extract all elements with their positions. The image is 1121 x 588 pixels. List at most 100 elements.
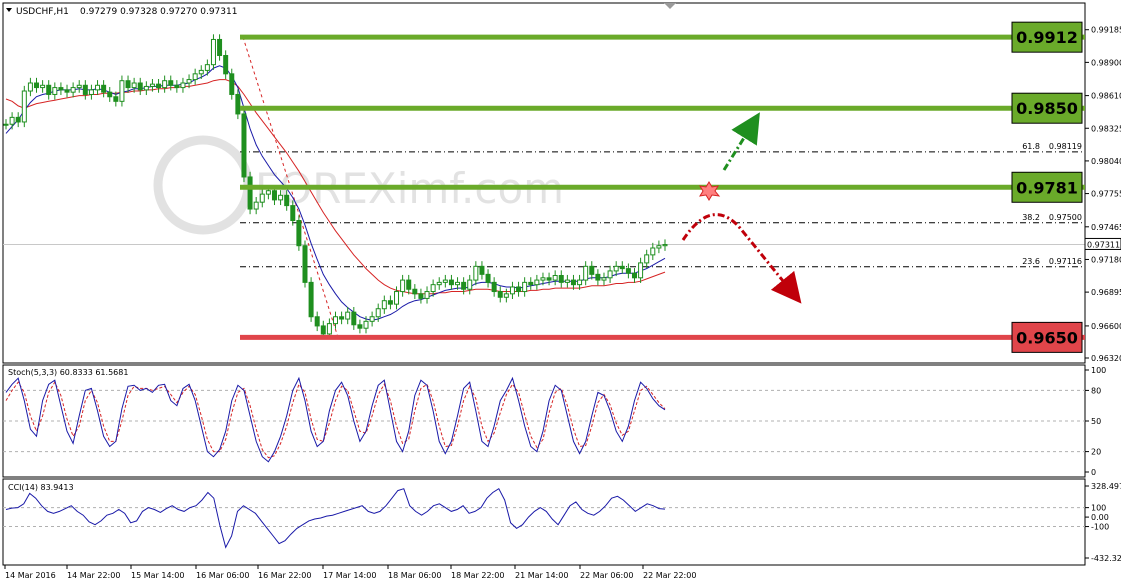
price-bar-body bbox=[619, 265, 625, 270]
price-bar-body bbox=[271, 190, 277, 201]
price-bar-body bbox=[229, 73, 235, 95]
price-bar-body bbox=[424, 291, 430, 299]
price-bar-body bbox=[70, 87, 76, 93]
price-bar-body bbox=[631, 272, 637, 279]
cci-axis: 328.4972 1000.00-100 -432.32 bbox=[1085, 482, 1121, 563]
price-bar-body bbox=[339, 316, 345, 320]
stoch-axis-label: 80 bbox=[1091, 386, 1101, 395]
price-bar-body bbox=[491, 281, 497, 293]
time-axis-label: 15 Mar 14:00 bbox=[131, 571, 184, 580]
price-bar-body bbox=[333, 316, 338, 325]
fibonacci-ratio: 23.6 bbox=[1022, 257, 1040, 266]
price-bar-body bbox=[522, 281, 528, 293]
price-bar-body bbox=[558, 275, 564, 283]
price-bar-body bbox=[467, 279, 473, 290]
price-bar-body bbox=[52, 87, 58, 95]
time-axis-label: 14 Mar 22:00 bbox=[67, 571, 120, 580]
cci-axis-label: 0.00 bbox=[1091, 513, 1109, 522]
price-bar-body bbox=[46, 84, 52, 95]
price-bar-body bbox=[320, 325, 326, 335]
level-tag-label: 0.9850 bbox=[1016, 99, 1078, 118]
price-bar-body bbox=[162, 80, 168, 89]
time-axis-label: 16 Mar 06:00 bbox=[196, 571, 249, 580]
price-bar-body bbox=[204, 64, 210, 71]
price-bar-body bbox=[198, 69, 204, 75]
price-bar-body bbox=[363, 320, 369, 329]
price-bar-body bbox=[235, 93, 241, 115]
price-bar-body bbox=[546, 277, 552, 281]
cci-panel[interactable] bbox=[2, 478, 1086, 566]
cci-label: CCI(14) 83.9413 bbox=[8, 483, 74, 492]
price-bar-body bbox=[479, 265, 485, 275]
price-bar-body bbox=[430, 284, 436, 293]
fibonacci-price: 0.97500 bbox=[1049, 213, 1082, 222]
stoch-axis-label: 20 bbox=[1091, 448, 1101, 457]
price-bar-body bbox=[351, 311, 357, 326]
price-axis-label: 0.98040 bbox=[1091, 157, 1121, 166]
price-bar-body bbox=[143, 85, 149, 91]
current-price-label: 0.97311 bbox=[1087, 240, 1120, 249]
price-bar-body bbox=[485, 273, 491, 283]
price-bar-body bbox=[192, 73, 198, 81]
price-bar-body bbox=[387, 300, 393, 305]
price-bar-body bbox=[345, 311, 351, 320]
price-axis-label: 0.96320 bbox=[1091, 354, 1121, 363]
price-bar-body bbox=[607, 270, 613, 279]
time-axis-label: 14 Mar 2016 bbox=[5, 571, 56, 580]
price-axis-label: 0.97180 bbox=[1091, 255, 1121, 264]
price-bar-body bbox=[601, 277, 607, 281]
time-axis-label: 22 Mar 22:00 bbox=[643, 571, 696, 580]
price-bar-body bbox=[3, 123, 9, 126]
price-bar-body bbox=[540, 277, 546, 281]
price-bar-body bbox=[119, 80, 125, 102]
cci-axis-label: 328.4972 bbox=[1091, 482, 1121, 491]
price-bar-body bbox=[412, 288, 418, 295]
time-axis-label: 21 Mar 14:00 bbox=[515, 571, 568, 580]
time-axis-label: 18 Mar 06:00 bbox=[388, 571, 441, 580]
price-bar-body bbox=[125, 80, 131, 89]
price-axis-label: 0.98900 bbox=[1091, 58, 1121, 67]
price-bar-body bbox=[644, 254, 650, 264]
price-bar-body bbox=[265, 190, 271, 195]
price-bar-body bbox=[528, 281, 534, 286]
price-bar-body bbox=[82, 84, 88, 95]
price-bar-body bbox=[241, 113, 247, 178]
price-bar-body bbox=[418, 293, 424, 299]
price-bar-body bbox=[497, 291, 503, 298]
price-bar-body bbox=[247, 176, 253, 210]
price-bar-body bbox=[442, 279, 448, 283]
price-bar-body bbox=[503, 293, 509, 298]
level-tag-label: 0.9912 bbox=[1016, 28, 1078, 47]
price-bar-body bbox=[314, 316, 320, 327]
price-bar-body bbox=[650, 247, 656, 256]
price-bar-body bbox=[570, 279, 576, 286]
price-bar-body bbox=[174, 84, 180, 89]
price-bar-body bbox=[595, 273, 601, 281]
stoch-axis-label: 100 bbox=[1091, 366, 1106, 375]
price-bar-body bbox=[302, 245, 308, 283]
price-axis-label: 0.96600 bbox=[1091, 322, 1121, 331]
price-axis-label: 0.97465 bbox=[1091, 223, 1121, 232]
stoch-axis-label: 0 bbox=[1091, 468, 1096, 477]
symbol-label: USDCHF,H1 bbox=[16, 7, 69, 17]
price-bar-body bbox=[113, 96, 119, 102]
stoch-label: Stoch(5,3,3) 60.8333 61.5681 bbox=[8, 368, 128, 377]
price-bar-body bbox=[455, 281, 461, 286]
cci-axis-label: -432.32 bbox=[1091, 554, 1121, 563]
price-axis-label: 0.99185 bbox=[1091, 26, 1121, 35]
stoch-axis-label: 50 bbox=[1091, 417, 1101, 426]
price-bar-body bbox=[40, 84, 46, 89]
price-bar-body bbox=[400, 279, 406, 293]
price-bar-body bbox=[375, 308, 381, 318]
price-bar-body bbox=[357, 324, 363, 329]
price-bar-body bbox=[406, 279, 412, 290]
price-bar-body bbox=[656, 245, 662, 249]
price-bar-body bbox=[186, 79, 192, 84]
price-bar-body bbox=[583, 265, 589, 281]
price-axis-label: 0.97755 bbox=[1091, 190, 1121, 199]
price-bar-body bbox=[131, 82, 137, 89]
fibonacci-price: 0.97116 bbox=[1049, 257, 1082, 266]
price-bar-body bbox=[662, 244, 668, 247]
price-bar-body bbox=[461, 281, 467, 290]
price-axis-label: 0.96895 bbox=[1091, 288, 1121, 297]
